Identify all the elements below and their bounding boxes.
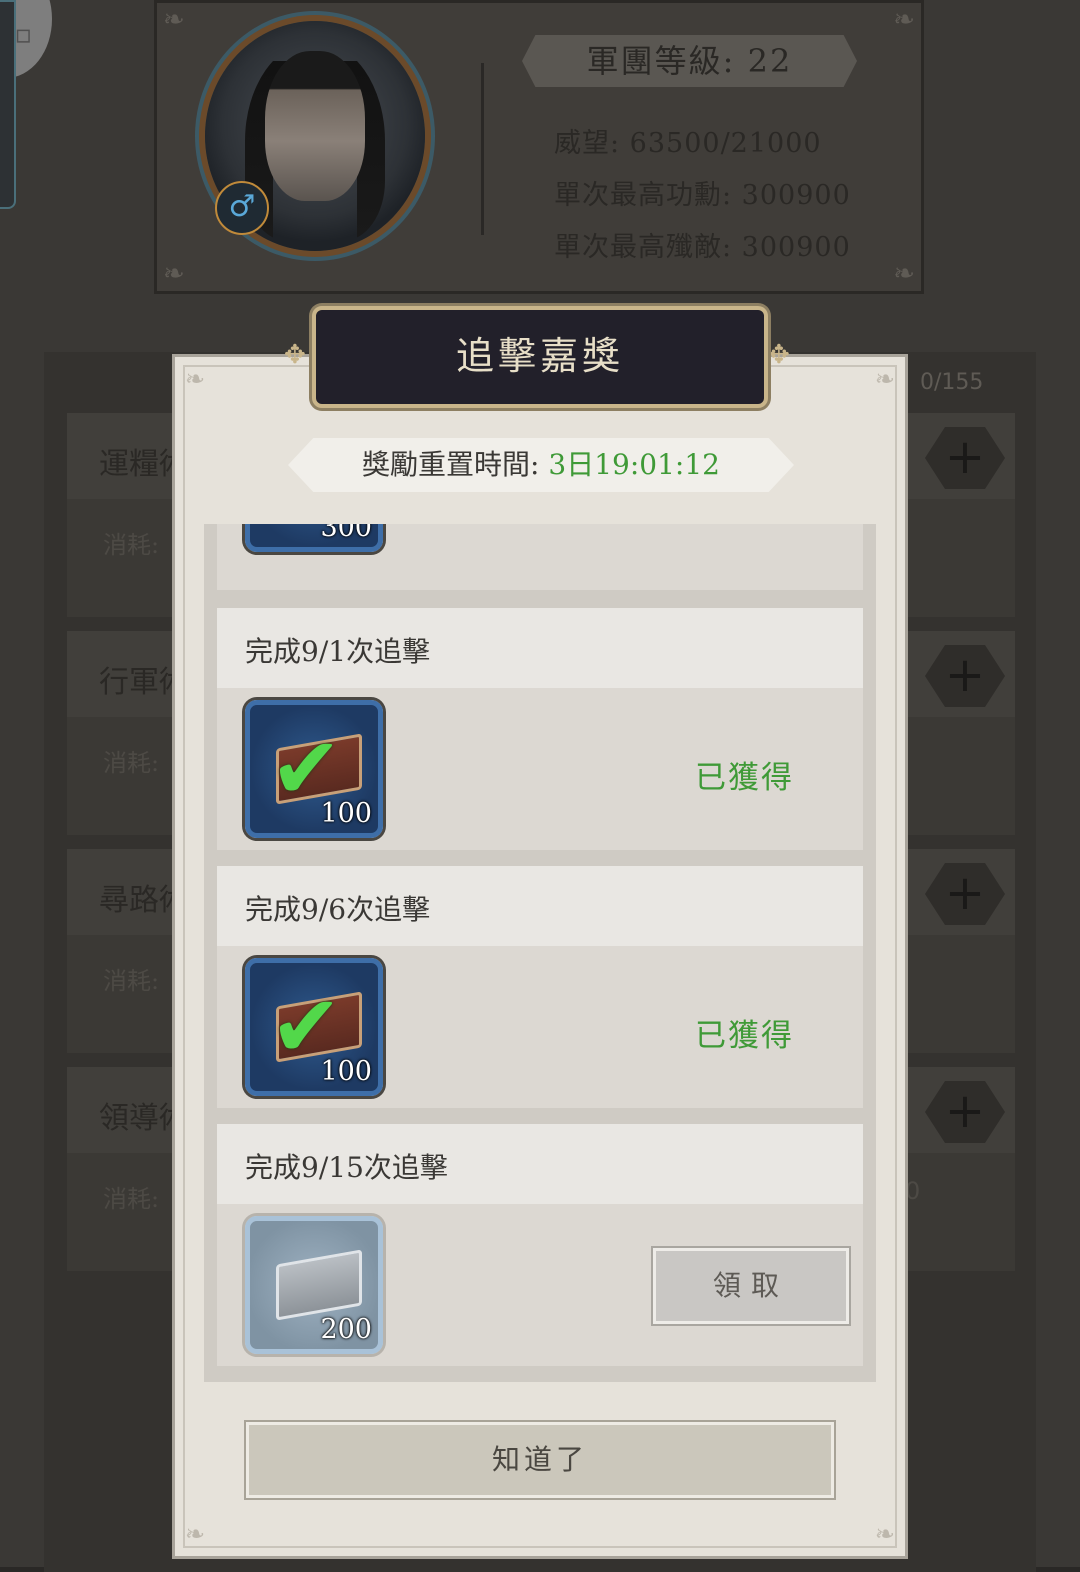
chest-icon [276,1249,362,1321]
profile-card: ❧ ❧ ❧ ❧ ♂ 軍團等級: 22 威望: 63500/21000 單次最高功… [154,0,924,294]
ornament-icon: ❧ [893,259,915,289]
skill-cost: 消耗: [103,531,160,559]
reward-amount: 300 [320,524,372,543]
skill-cost: 消耗: [103,967,160,995]
reward-icon[interactable]: ✔ 300 [245,524,383,552]
side-panel-tab[interactable] [0,0,16,209]
reward-item-head: 完成9/1次追擊 [217,608,863,688]
claimed-status: 已獲得 [695,1018,794,1054]
claim-button[interactable]: 領取 [653,1248,849,1324]
ornament-icon: ❧ [185,1520,206,1548]
got-it-button[interactable]: 知道了 [246,1422,834,1498]
legion-level: 軍團等級: 22 [522,35,857,87]
avatar-face [265,51,365,201]
ornament-icon: ❧ [874,365,895,393]
reward-item-head: 完成9/15次追擊 [217,1124,863,1204]
reset-timer: 獎勵重置時間: 3日19:01:12 [288,438,794,492]
max-merit-stat: 單次最高功勳: 300900 [554,180,851,211]
reward-amount: 200 [320,1314,372,1345]
ornament-icon: ❧ [874,1520,895,1548]
ornament-icon: ❧ [893,5,915,35]
reward-item: 完成9/15次追擊 200 領取 [217,1124,863,1366]
reward-amount: 100 [320,1056,372,1087]
reward-list[interactable]: ✔ 300 完成9/1次追擊 ✔ 100 已獲得 完成9/6次追擊 ✔ 100 … [204,524,876,1382]
reward-item-head: 完成9/6次追擊 [217,866,863,946]
reward-amount: 100 [320,798,372,829]
skill-count: 0/155 [920,370,984,395]
reward-item: 完成9/6次追擊 ✔ 100 已獲得 [217,866,863,1108]
reward-item: 完成9/1次追擊 ✔ 100 已獲得 [217,608,863,850]
reward-title: 完成9/6次追擊 [245,893,431,926]
male-icon: ♂ [215,181,269,235]
reward-item: ✔ 300 [217,524,863,590]
claimed-status: 已獲得 [695,760,794,796]
title-ornament-icon: ✥ [768,340,790,370]
reset-label: 獎勵重置時間: [362,448,540,481]
reward-icon[interactable]: 200 [245,1216,383,1354]
ornament-icon: ❧ [163,259,185,289]
bag-icon: ▫ [14,20,32,50]
ornament-icon: ❧ [163,5,185,35]
ornament-icon: ❧ [185,365,206,393]
prestige-stat: 威望: 63500/21000 [554,128,822,159]
dialog-title: 追擊嘉獎 [312,306,768,408]
skill-cost: 消耗: [103,749,160,777]
profile-divider [481,63,484,235]
title-ornament-icon: ✥ [284,340,306,370]
max-kills-stat: 單次最高殲敵: 300900 [554,232,851,263]
reward-title: 完成9/15次追擊 [245,1151,448,1184]
reward-icon[interactable]: ✔ 100 [245,700,383,838]
reset-time: 3日19:01:12 [548,448,720,481]
skill-cost: 消耗: [103,1185,160,1213]
reward-title: 完成9/1次追擊 [245,635,431,668]
reward-icon[interactable]: ✔ 100 [245,958,383,1096]
